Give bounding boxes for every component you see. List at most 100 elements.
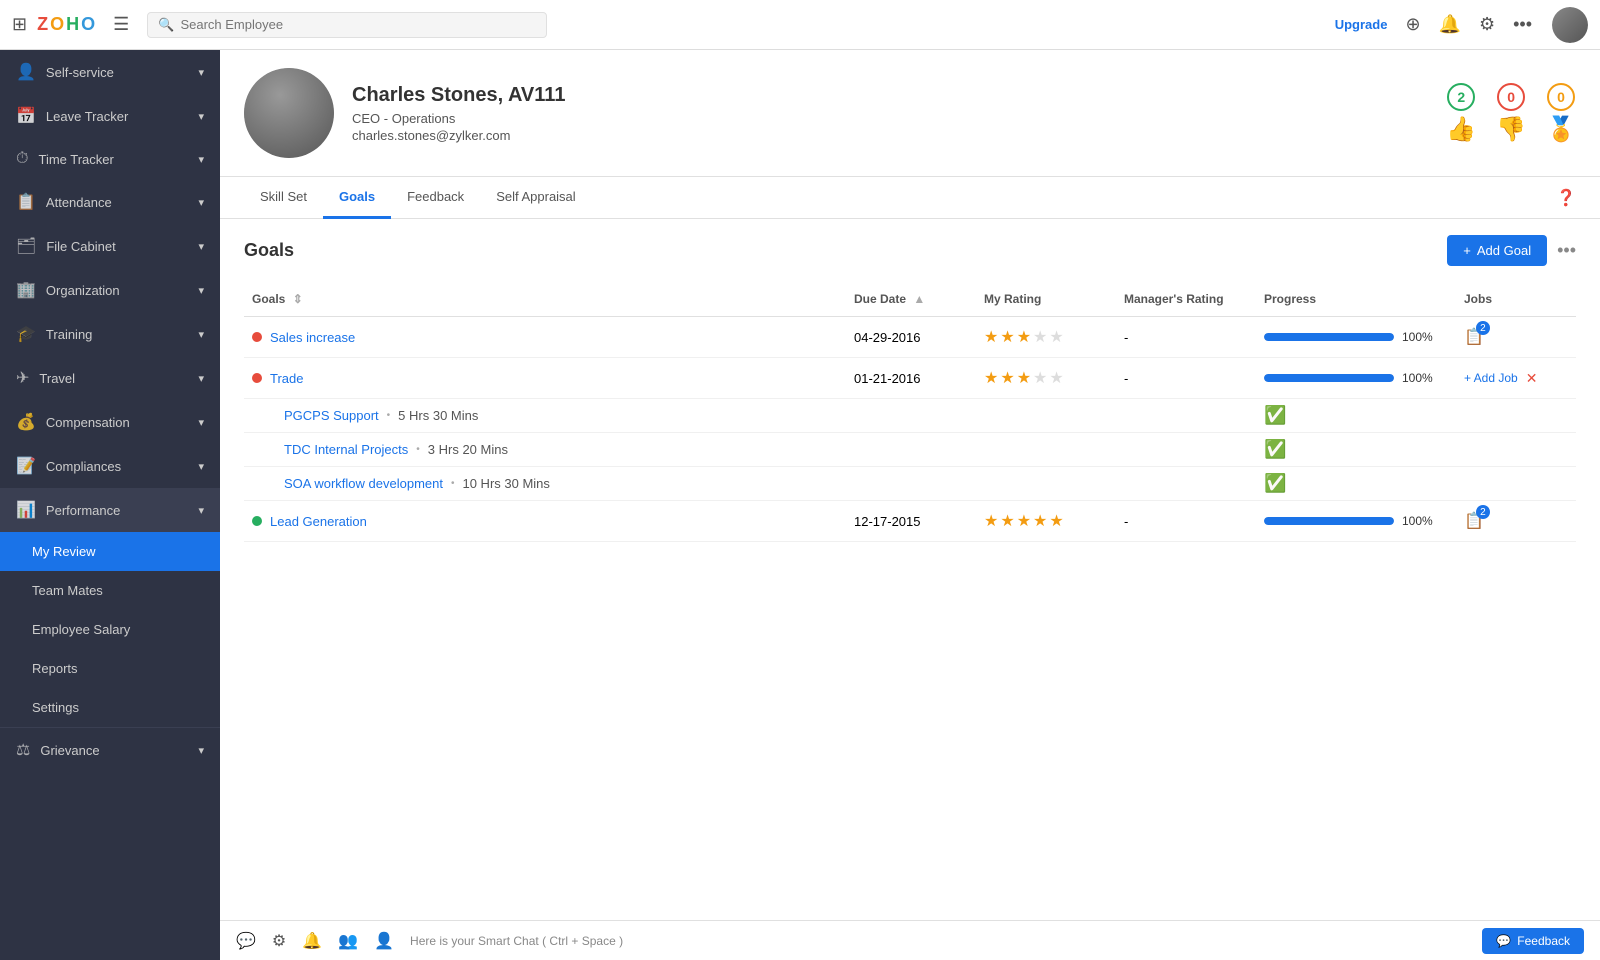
due-date-trade: 01-21-2016 [846,358,976,399]
sidebar-item-employee-salary[interactable]: Employee Salary [0,610,220,649]
table-row: SOA workflow development • 10 Hrs 30 Min… [244,467,1576,501]
badge-count-award: 0 [1547,83,1575,111]
self-service-icon: 👤 [16,62,36,82]
goal-link-sales-increase[interactable]: Sales increase [270,330,355,345]
jobs-cell-trade: + Add Job ✕ [1464,370,1568,387]
goal-link-lead-generation[interactable]: Lead Generation [270,514,367,529]
sidebar-item-compliances[interactable]: 📝 Compliances ▾ [0,444,220,488]
col-managers-rating: Manager's Rating [1116,282,1256,317]
profile-icon-bottom[interactable]: 👤 [374,931,394,951]
tab-self-appraisal[interactable]: Self Appraisal [480,177,592,219]
goal-name-cell-trade: Trade [252,371,838,386]
sidebar-item-grievance[interactable]: ⚖ Grievance ▾ [0,728,220,772]
smart-chat-label: Here is your Smart Chat ( Ctrl + Space ) [410,934,1466,948]
pgcps-hours: 5 Hrs 30 Mins [398,408,478,423]
jobs-icon-wrap-lead[interactable]: 📋 2 [1464,511,1484,531]
badge-count-positive: 2 [1447,83,1475,111]
sidebar-arrow-time-tracker: ▾ [198,153,204,166]
goals-header: Goals + Add Goal ••• [244,219,1576,282]
goals-more-button[interactable]: ••• [1557,240,1576,261]
upgrade-button[interactable]: Upgrade [1335,17,1388,32]
col-my-rating: My Rating [976,282,1116,317]
sidebar-item-travel[interactable]: ✈ Travel ▾ [0,356,220,400]
progress-bar-bg-trade [1264,374,1394,382]
jobs-badge-sales: 2 [1476,321,1490,335]
my-rating-trade: ★★★★★ [984,370,1066,387]
more-icon[interactable]: ••• [1513,14,1532,35]
sub-goal-link-soa[interactable]: SOA workflow development [284,476,443,491]
help-icon[interactable]: ❓ [1556,188,1576,208]
status-dot-green-lead [252,516,262,526]
back-icon[interactable]: ☰ [113,14,129,35]
tdc-hours: 3 Hrs 20 Mins [428,442,508,457]
content-area: Charles Stones, AV111 CEO - Operations c… [220,50,1600,960]
sidebar-arrow-attendance: ▾ [198,196,204,209]
performance-icon: 📊 [16,500,36,520]
sort-icon-goals[interactable]: ⇕ [293,292,303,306]
sidebar-item-organization[interactable]: 🏢 Organization ▾ [0,268,220,312]
avatar[interactable] [1552,7,1588,43]
sidebar-item-compensation[interactable]: 💰 Compensation ▾ [0,400,220,444]
tab-skill-set[interactable]: Skill Set [244,177,323,219]
settings-icon[interactable]: ⚙ [1479,14,1495,35]
sidebar-item-time-tracker[interactable]: ⏱ Time Tracker ▾ [0,138,220,180]
progress-pct-trade: 100% [1402,371,1438,385]
sidebar-item-settings[interactable]: Settings [0,688,220,727]
goals-title: Goals [244,240,294,261]
grid-icon[interactable]: ⊞ [12,14,27,35]
profile-header: Charles Stones, AV111 CEO - Operations c… [220,50,1600,177]
sidebar-item-teammates[interactable]: Team Mates [0,571,220,610]
sub-goal-name-tdc: TDC Internal Projects • 3 Hrs 20 Mins [252,442,1248,457]
sidebar-label-organization: Organization [46,283,120,298]
sidebar-item-training[interactable]: 🎓 Training ▾ [0,312,220,356]
travel-icon: ✈ [16,368,29,388]
progress-pct-lead: 100% [1402,514,1438,528]
feedback-button[interactable]: 💬 Feedback [1482,928,1584,954]
dot-separator: • [416,444,420,455]
jobs-icon-wrap[interactable]: 📋 2 [1464,327,1484,347]
file-cabinet-icon: 🗂 [16,236,36,256]
sidebar-label-compliances: Compliances [46,459,121,474]
delete-icon-trade[interactable]: ✕ [1526,370,1538,387]
sidebar-arrow-self-service: ▾ [198,66,204,79]
sub-goal-link-pgcps[interactable]: PGCPS Support [284,408,379,423]
add-icon[interactable]: ⊕ [1405,14,1420,35]
logo: ZOHO [37,14,95,35]
col-goals: Goals ⇕ [244,282,846,317]
badge-positive: 2 👍 [1446,83,1476,144]
sidebar-item-attendance[interactable]: 📋 Attendance ▾ [0,180,220,224]
sidebar-label-compensation: Compensation [46,415,130,430]
notification-icon[interactable]: 🔔 [1439,14,1461,35]
sidebar-item-self-service[interactable]: 👤 Self-service ▾ [0,50,220,94]
profile-name: Charles Stones, AV111 [352,84,1428,107]
goals-area: Goals + Add Goal ••• Goals ⇕ Due Date ▲ … [220,219,1600,920]
search-bar[interactable]: 🔍 [147,12,547,38]
add-goal-button[interactable]: + Add Goal [1447,235,1547,266]
sub-goal-link-tdc[interactable]: TDC Internal Projects [284,442,408,457]
leave-tracker-icon: 📅 [16,106,36,126]
notification-icon-bottom[interactable]: 🔔 [302,931,322,951]
settings-icon-bottom[interactable]: ⚙ [272,931,286,951]
users-icon-bottom[interactable]: 👥 [338,931,358,951]
add-job-button[interactable]: + Add Job [1464,371,1518,385]
medal-icon: 🏅 [1546,115,1576,144]
sidebar-item-file-cabinet[interactable]: 🗂 File Cabinet ▾ [0,224,220,268]
avatar-image [1552,7,1588,43]
jobs-cell-sales: 📋 2 [1464,327,1568,347]
sidebar-arrow-leave-tracker: ▾ [198,110,204,123]
sidebar-item-leave-tracker[interactable]: 📅 Leave Tracker ▾ [0,94,220,138]
sidebar-label-travel: Travel [39,371,75,386]
sidebar-label-time-tracker: Time Tracker [38,152,113,167]
tab-goals[interactable]: Goals [323,177,391,219]
sidebar-arrow-compensation: ▾ [198,416,204,429]
sort-icon-due-date[interactable]: ▲ [913,292,925,306]
sidebar-item-my-review[interactable]: My Review [0,532,220,571]
chat-icon[interactable]: 💬 [236,931,256,951]
sidebar-item-performance[interactable]: 📊 Performance ▾ [0,488,220,532]
goal-link-trade[interactable]: Trade [270,371,303,386]
tab-feedback[interactable]: Feedback [391,177,480,219]
managers-rating-trade: - [1116,358,1256,399]
search-input[interactable] [180,17,536,32]
sidebar-item-reports[interactable]: Reports [0,649,220,688]
sidebar-label-self-service: Self-service [46,65,114,80]
